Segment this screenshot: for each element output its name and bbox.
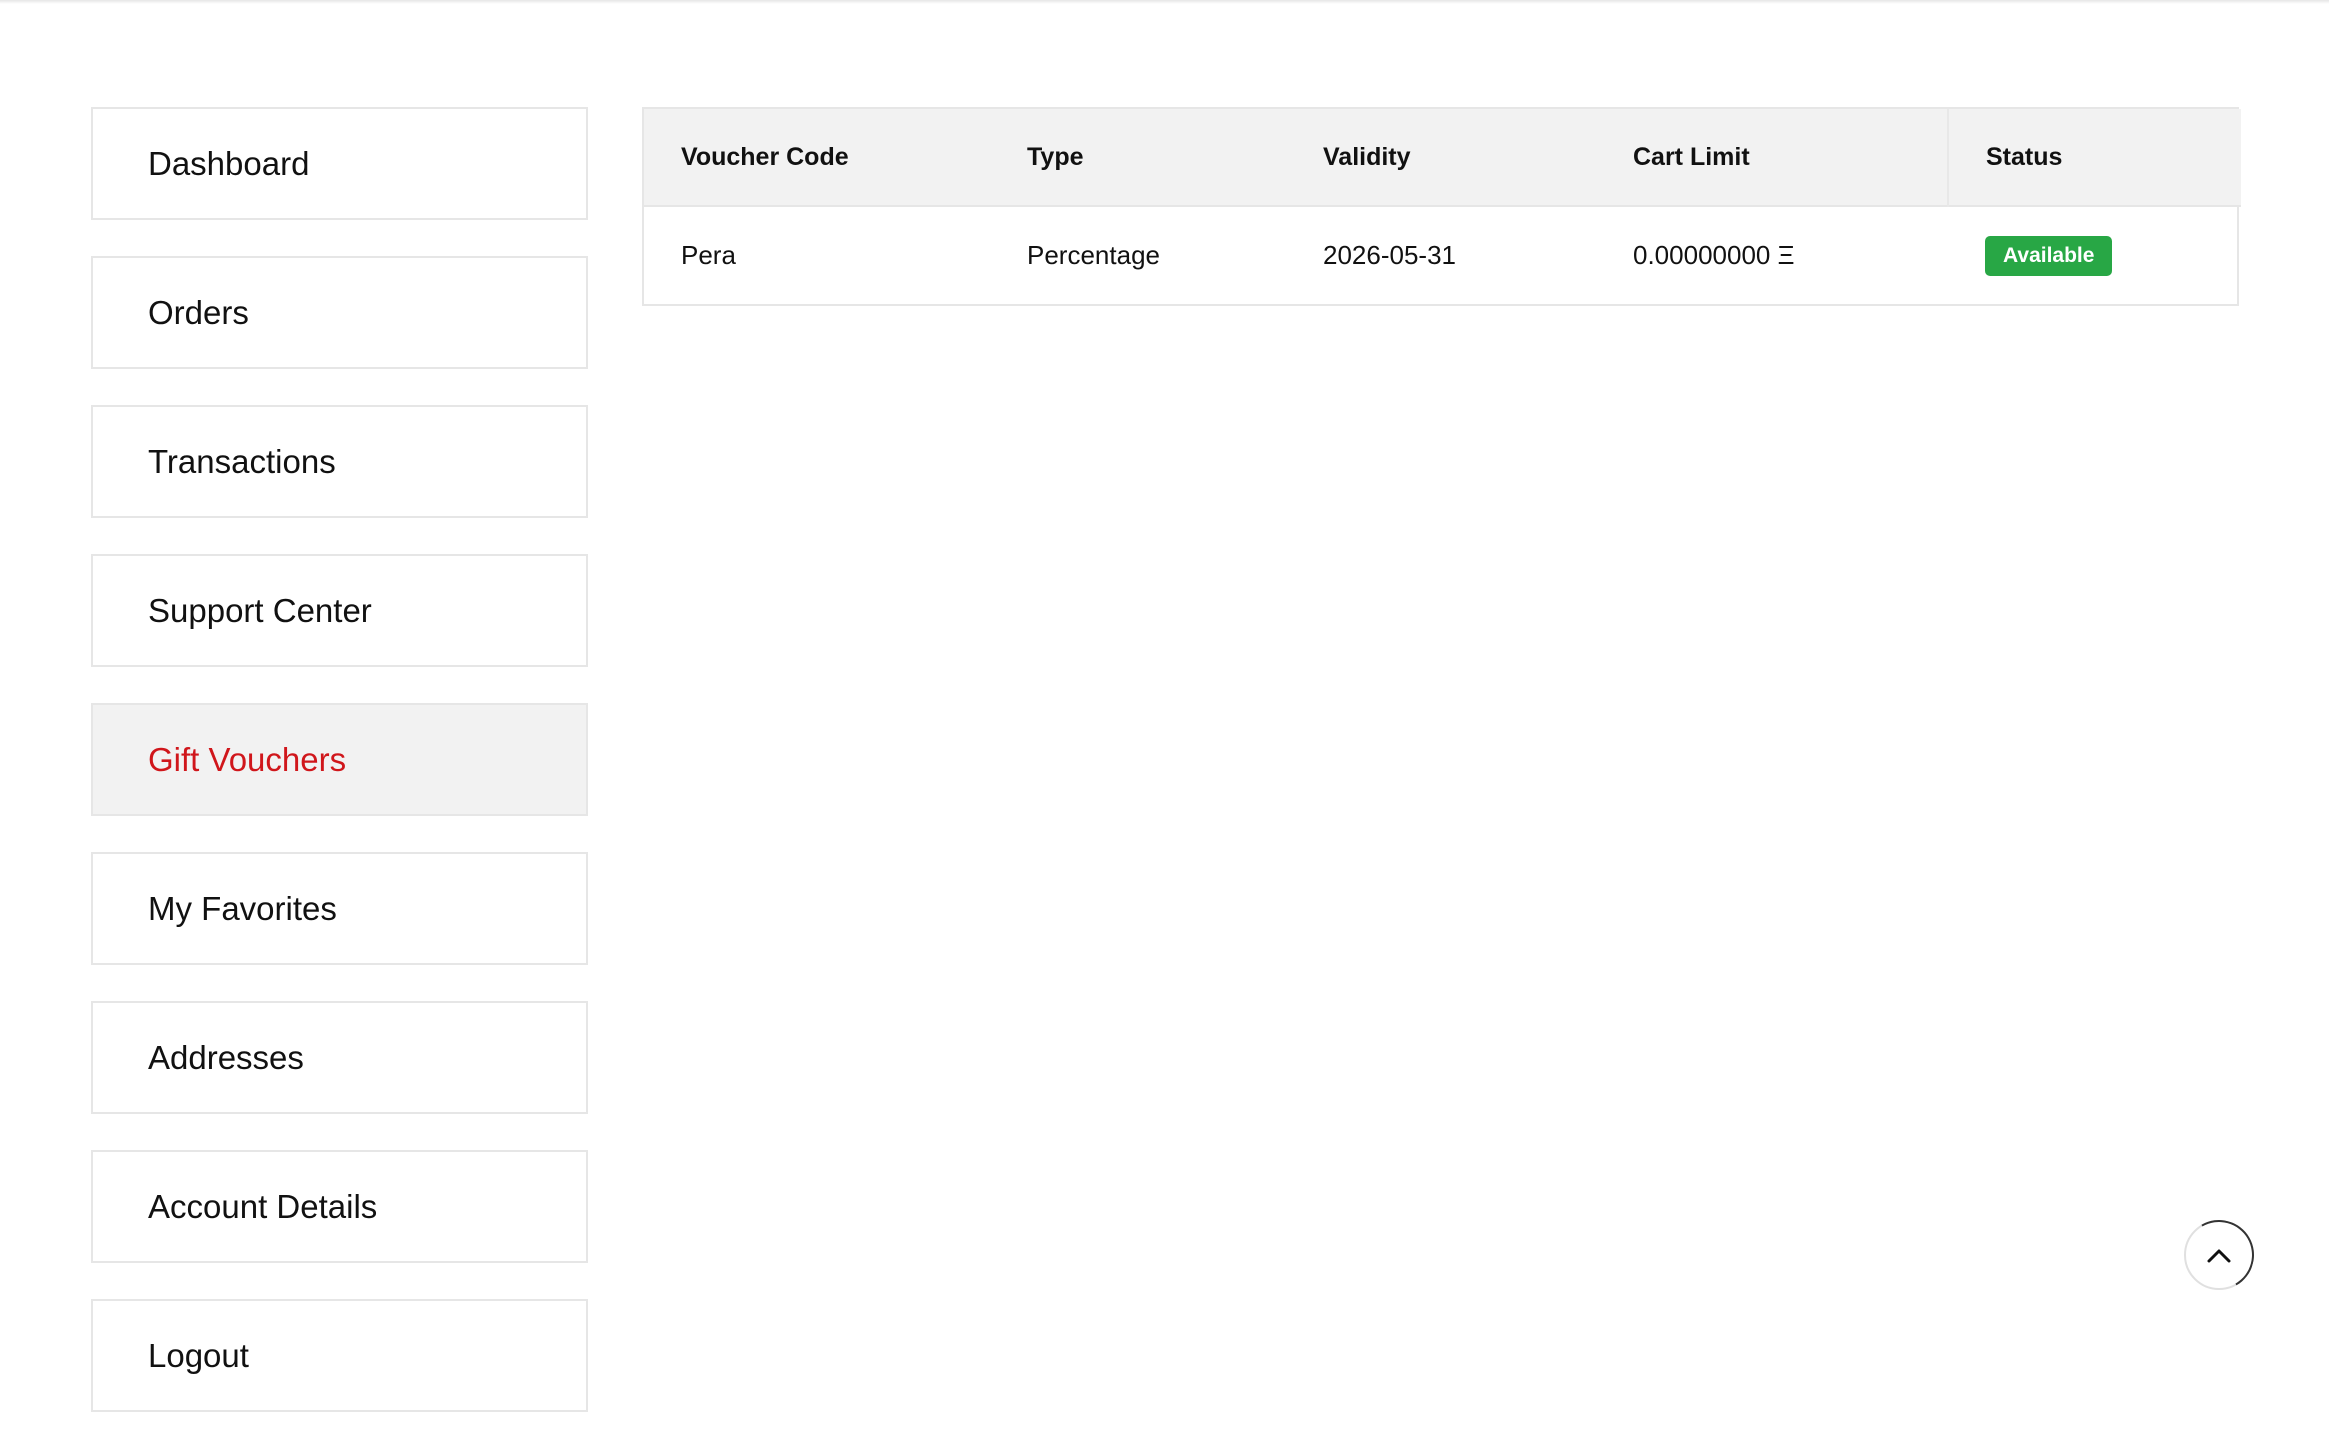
sidebar-item-transactions[interactable]: Transactions (91, 405, 588, 518)
sidebar-item-label: Gift Vouchers (148, 740, 347, 778)
sidebar-item-label: Logout (148, 1336, 249, 1374)
voucher-type-cell: Percentage (1027, 240, 1160, 270)
account-sidebar: Dashboard Orders Transactions Support Ce… (91, 107, 588, 1448)
status-badge: Available (1985, 235, 2113, 276)
sidebar-item-label: Orders (148, 293, 249, 331)
column-header-status: Status (1947, 109, 2241, 206)
sidebar-item-orders[interactable]: Orders (91, 256, 588, 369)
column-header-type: Type (1027, 142, 1084, 171)
sidebar-item-my-favorites[interactable]: My Favorites (91, 852, 588, 965)
voucher-code-cell: Pera (681, 240, 736, 270)
voucher-status-cell: Available (1948, 206, 2241, 304)
scroll-to-top-button[interactable] (2184, 1220, 2254, 1290)
sidebar-item-logout[interactable]: Logout (91, 1299, 588, 1412)
sidebar-item-label: Account Details (148, 1187, 378, 1225)
column-header-voucher-code: Voucher Code (681, 142, 849, 171)
sidebar-item-dashboard[interactable]: Dashboard (91, 107, 588, 220)
top-bar-shadow (0, 0, 2329, 4)
sidebar-item-label: Transactions (148, 442, 336, 480)
sidebar-item-support-center[interactable]: Support Center (91, 554, 588, 667)
sidebar-item-label: Support Center (148, 591, 372, 629)
column-header-cart-limit: Cart Limit (1633, 142, 1750, 171)
voucher-cart-limit-cell: 0.00000000 Ξ (1633, 240, 1795, 270)
voucher-validity-cell: 2026-05-31 (1323, 240, 1456, 270)
sidebar-item-addresses[interactable]: Addresses (91, 1001, 588, 1114)
table-row: Pera Percentage 2026-05-31 0.00000000 Ξ … (644, 206, 2241, 304)
sidebar-item-label: Dashboard (148, 144, 310, 182)
sidebar-item-label: My Favorites (148, 889, 337, 927)
sidebar-item-label: Addresses (148, 1038, 304, 1076)
chevron-up-icon (2207, 1249, 2231, 1263)
sidebar-item-account-details[interactable]: Account Details (91, 1150, 588, 1263)
sidebar-item-gift-vouchers[interactable]: Gift Vouchers (91, 703, 588, 816)
table-header-row: Voucher Code Type Validity Cart Limit St… (644, 109, 2241, 206)
vouchers-table: Voucher Code Type Validity Cart Limit St… (644, 109, 2241, 304)
vouchers-table-container: Voucher Code Type Validity Cart Limit St… (642, 107, 2241, 306)
column-header-validity: Validity (1323, 142, 1411, 171)
